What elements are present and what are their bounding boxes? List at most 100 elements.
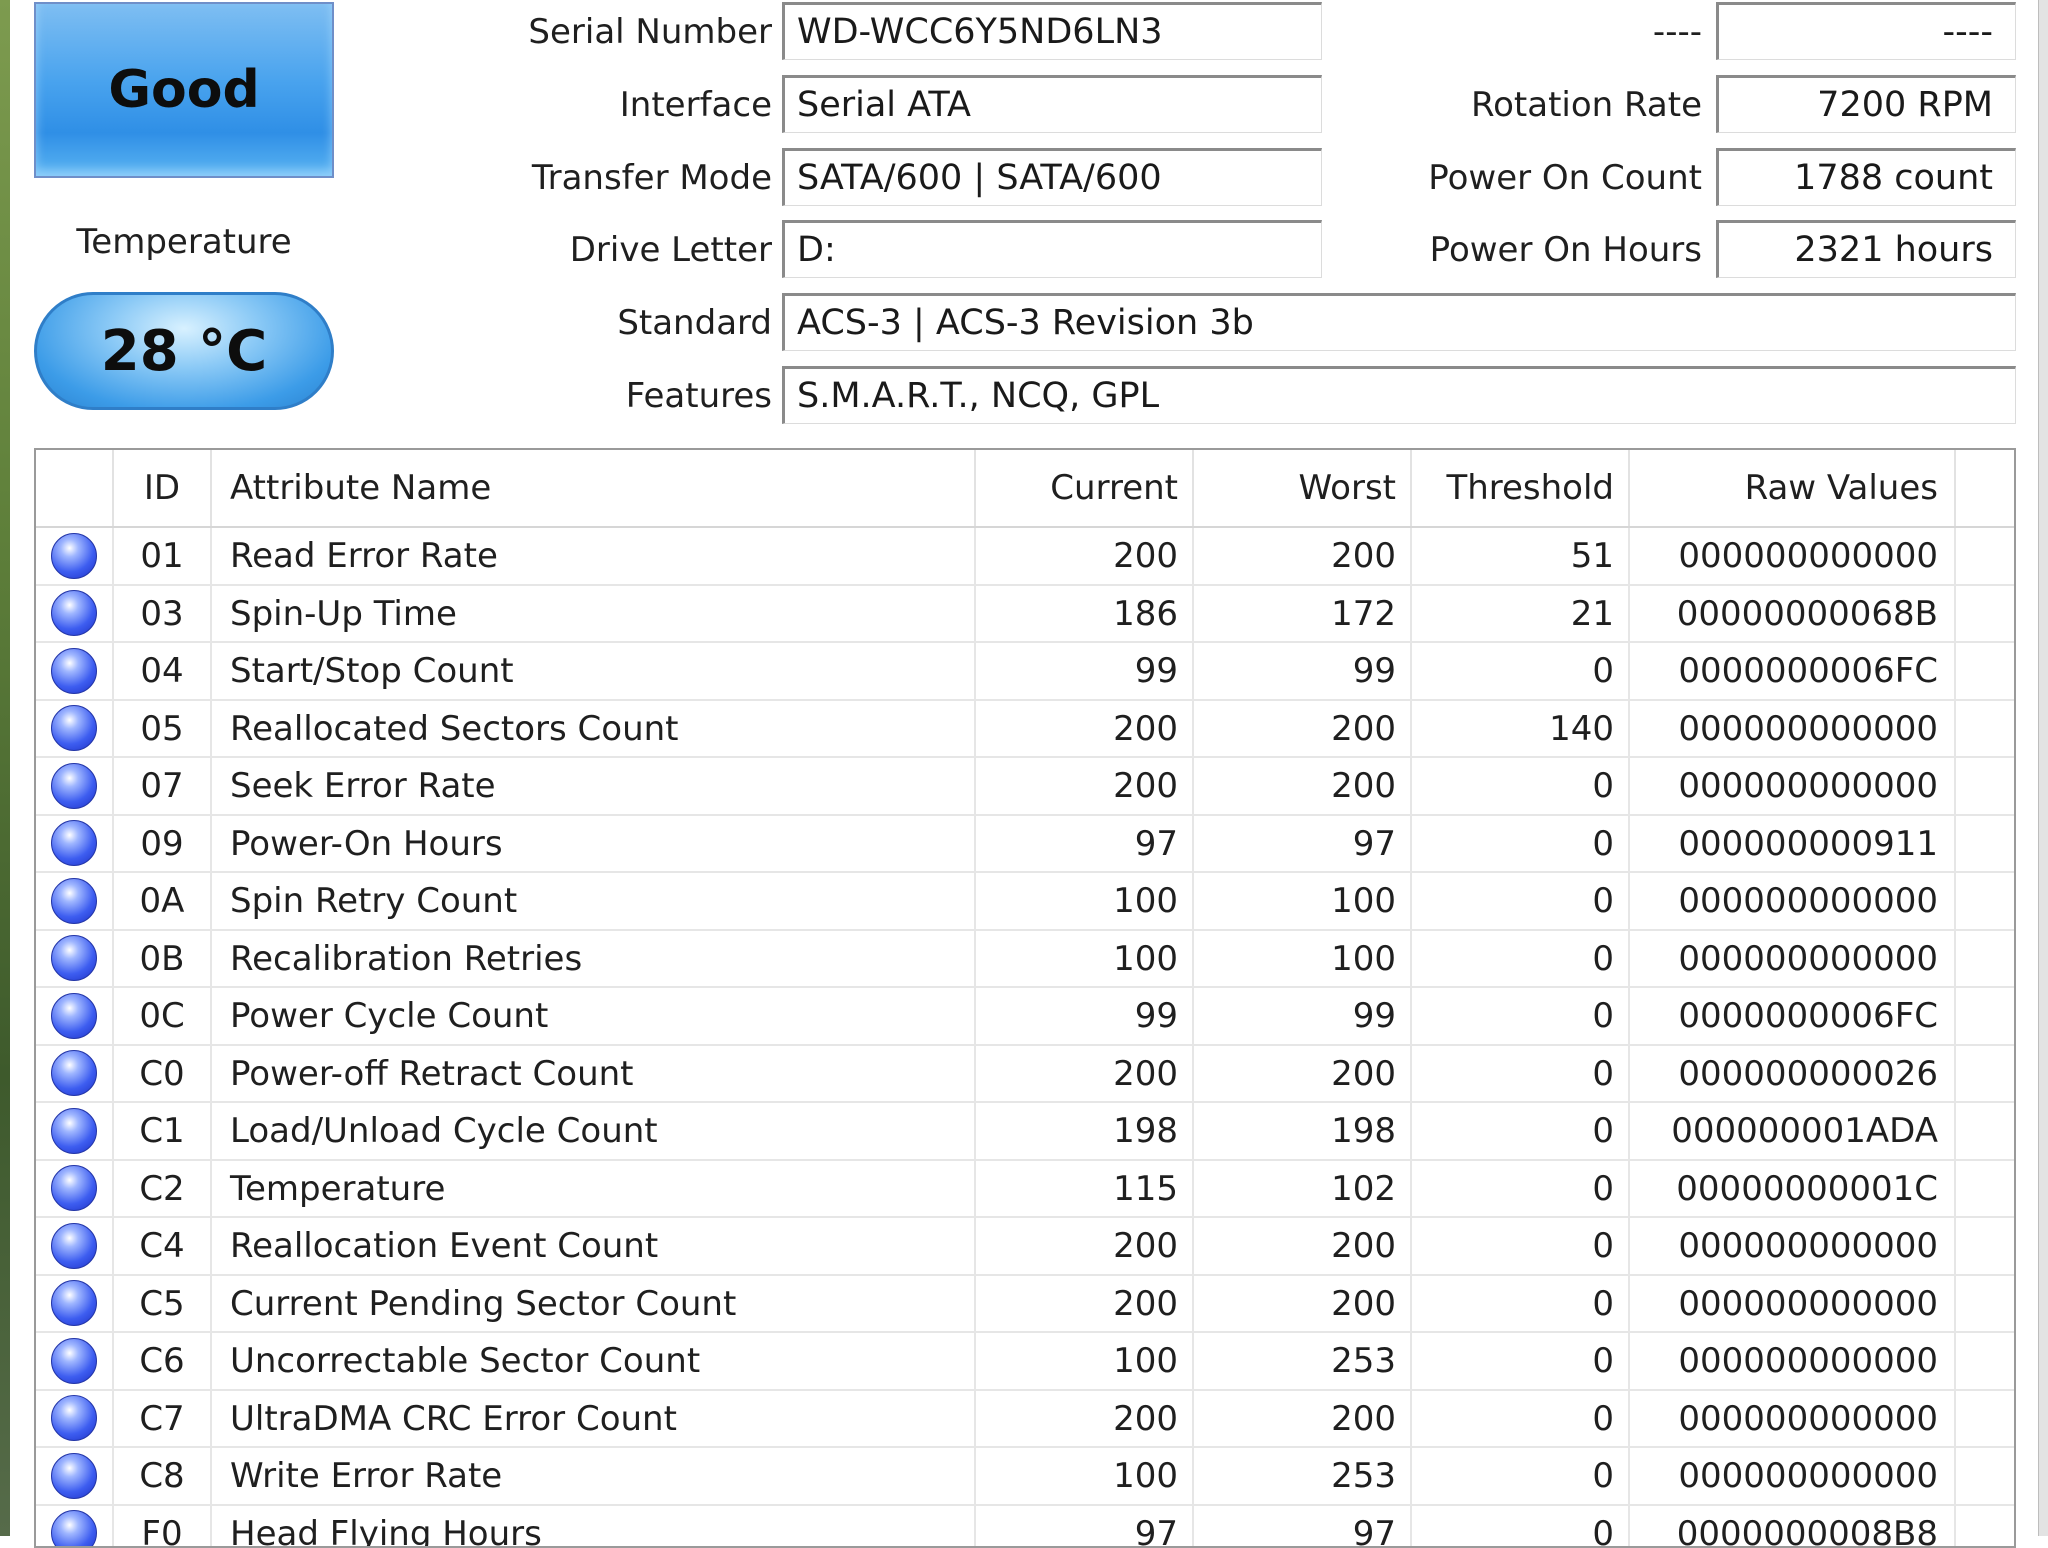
blue-status-dot-icon [51,1223,97,1269]
drive-letter-field: D: [782,220,1322,278]
current-value: 100 [976,1448,1194,1506]
column-header-status[interactable] [36,450,114,526]
blue-status-dot-icon [51,533,97,579]
raw-value: 000000000000 [1630,873,1956,931]
attribute-id: F0 [114,1506,212,1548]
table-row[interactable]: C0Power-off Retract Count200200000000000… [36,1046,2016,1104]
column-header-worst[interactable]: Worst [1194,450,1412,526]
blue-status-dot-icon [51,935,97,981]
table-row[interactable]: 07Seek Error Rate2002000000000000000 [36,758,2016,816]
raw-value: 000000000000 [1630,1276,1956,1334]
current-value: 99 [976,643,1194,701]
status-cell [36,701,114,759]
features-label: Features [442,366,772,426]
threshold-value: 0 [1412,1448,1630,1506]
worst-value: 253 [1194,1448,1412,1506]
threshold-value: 0 [1412,816,1630,874]
power-on-count-label: Power On Count [1282,148,1702,208]
table-row[interactable]: C1Load/Unload Cycle Count198198000000000… [36,1103,2016,1161]
column-header-attribute-name[interactable]: Attribute Name [212,450,976,526]
standard-label: Standard [442,293,772,353]
threshold-value: 0 [1412,1046,1630,1104]
power-on-count-field: 1788 count [1716,148,2016,206]
health-status-button[interactable]: Good [34,2,334,178]
raw-value: 000000000000 [1630,758,1956,816]
column-header-raw-values[interactable]: Raw Values [1630,450,1956,526]
table-row[interactable]: 01Read Error Rate20020051000000000000 [36,528,2016,586]
column-header-current[interactable]: Current [976,450,1194,526]
worst-value: 198 [1194,1103,1412,1161]
attribute-id: 0B [114,931,212,989]
table-row[interactable]: 09Power-On Hours97970000000000911 [36,816,2016,874]
table-row[interactable]: 0CPower Cycle Count999900000000006FC [36,988,2016,1046]
column-header-threshold[interactable]: Threshold [1412,450,1630,526]
threshold-value: 0 [1412,758,1630,816]
temperature-value: 28 °C [101,319,268,384]
table-row[interactable]: 05Reallocated Sectors Count2002001400000… [36,701,2016,759]
current-value: 200 [976,1218,1194,1276]
row-filler [1956,816,2016,874]
status-cell [36,1448,114,1506]
attribute-name: Seek Error Rate [212,758,976,816]
status-cell [36,1103,114,1161]
attribute-name: Power Cycle Count [212,988,976,1046]
current-value: 200 [976,1276,1194,1334]
table-row[interactable]: 0BRecalibration Retries10010000000000000… [36,931,2016,989]
raw-value: 0000000006FC [1630,988,1956,1046]
rotation-rate-field: 7200 RPM [1716,75,2016,133]
current-value: 100 [976,1333,1194,1391]
table-row[interactable]: 04Start/Stop Count999900000000006FC [36,643,2016,701]
attribute-id: C6 [114,1333,212,1391]
row-filler [1956,528,2016,586]
attribute-id: C2 [114,1161,212,1219]
current-value: 100 [976,873,1194,931]
blue-status-dot-icon [51,1050,97,1096]
transfer-mode-label: Transfer Mode [442,148,772,208]
raw-value: 000000000000 [1630,1333,1956,1391]
power-on-hours-label: Power On Hours [1282,220,1702,280]
unused-label: ---- [1282,2,1702,62]
blue-status-dot-icon [51,820,97,866]
table-row[interactable]: 03Spin-Up Time1861722100000000068B [36,586,2016,644]
current-value: 97 [976,816,1194,874]
table-row[interactable]: C2Temperature115102000000000001C [36,1161,2016,1219]
blue-status-dot-icon [51,1108,97,1154]
threshold-value: 0 [1412,643,1630,701]
table-row[interactable]: 0ASpin Retry Count1001000000000000000 [36,873,2016,931]
worst-value: 200 [1194,528,1412,586]
worst-value: 100 [1194,873,1412,931]
blue-status-dot-icon [51,878,97,924]
blue-status-dot-icon [51,763,97,809]
threshold-value: 0 [1412,873,1630,931]
table-row[interactable]: C8Write Error Rate1002530000000000000 [36,1448,2016,1506]
column-header-id[interactable]: ID [114,450,212,526]
desktop-background-edge [0,0,10,1536]
row-filler [1956,586,2016,644]
status-cell [36,586,114,644]
worst-value: 172 [1194,586,1412,644]
table-row[interactable]: C4Reallocation Event Count20020000000000… [36,1218,2016,1276]
threshold-value: 0 [1412,1103,1630,1161]
table-row[interactable]: C6Uncorrectable Sector Count100253000000… [36,1333,2016,1391]
status-cell [36,1218,114,1276]
status-cell [36,528,114,586]
worst-value: 99 [1194,643,1412,701]
blue-status-dot-icon [51,1453,97,1499]
status-cell [36,643,114,701]
table-row[interactable]: C5Current Pending Sector Count2002000000… [36,1276,2016,1334]
status-cell [36,988,114,1046]
temperature-button[interactable]: 28 °C [34,292,334,410]
attribute-name: Spin-Up Time [212,586,976,644]
worst-value: 200 [1194,758,1412,816]
attribute-id: C8 [114,1448,212,1506]
interface-field: Serial ATA [782,75,1322,133]
table-row[interactable]: C7UltraDMA CRC Error Count20020000000000… [36,1391,2016,1449]
worst-value: 99 [1194,988,1412,1046]
status-cell [36,758,114,816]
blue-status-dot-icon [51,1395,97,1441]
attribute-name: Head Flying Hours [212,1506,976,1548]
temperature-label: Temperature [34,222,334,262]
row-filler [1956,701,2016,759]
table-row[interactable]: F0Head Flying Hours979700000000008B8 [36,1506,2016,1548]
smart-attributes-table[interactable]: ID Attribute Name Current Worst Threshol… [34,448,2016,1548]
